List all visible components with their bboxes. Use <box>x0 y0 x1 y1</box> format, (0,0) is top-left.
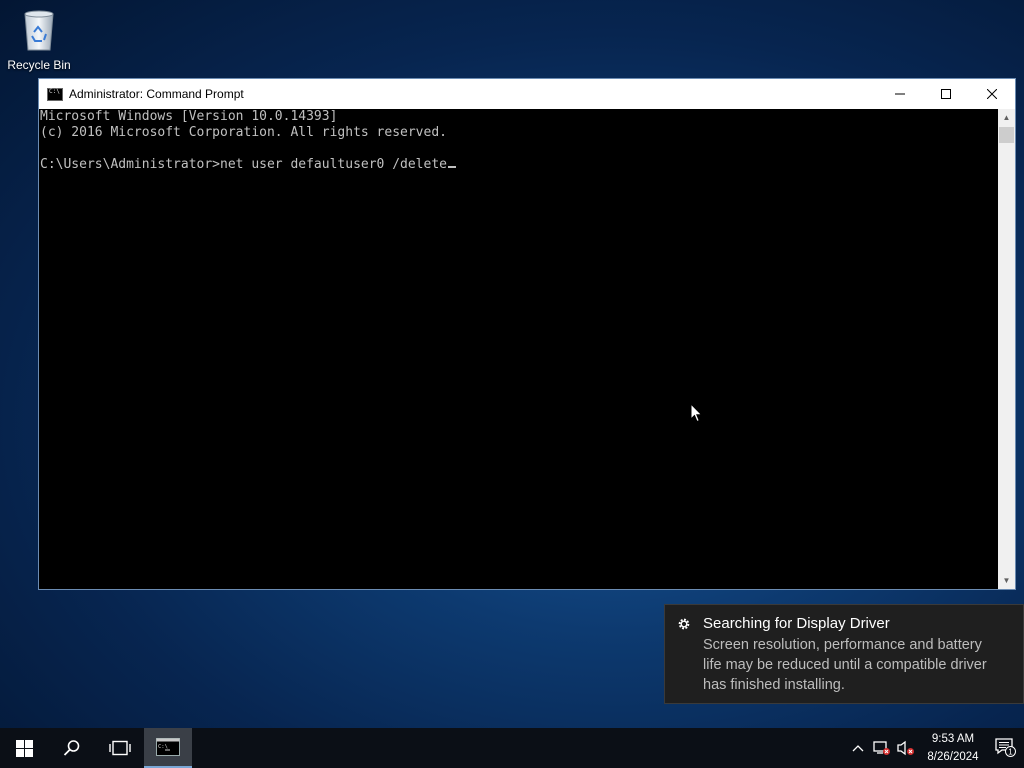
minimize-icon <box>895 93 905 95</box>
console-command: C:\Users\Administrator>net user defaultu… <box>40 157 447 172</box>
console-output[interactable]: Microsoft Windows [Version 10.0.14393] (c… <box>39 109 998 589</box>
console-line: (c) 2016 Microsoft Corporation. All righ… <box>40 125 447 140</box>
scroll-down-arrow-icon[interactable]: ▼ <box>998 572 1015 589</box>
notification-icon: 1 <box>995 738 1016 757</box>
mouse-cursor-icon <box>690 403 703 423</box>
system-tray: 9:53 AM 8/26/2024 1 <box>846 728 1024 768</box>
gear-icon <box>678 618 690 630</box>
chevron-up-icon <box>852 745 864 752</box>
search-button[interactable] <box>48 728 96 768</box>
window-title: Administrator: Command Prompt <box>69 87 244 101</box>
volume-muted-icon <box>897 740 914 756</box>
clock[interactable]: 9:53 AM 8/26/2024 <box>918 730 988 766</box>
scrollbar-thumb[interactable] <box>999 127 1014 143</box>
windows-start-icon <box>15 739 33 757</box>
desktop-icon-label: Recycle Bin <box>7 58 71 72</box>
maximize-button[interactable] <box>923 79 969 109</box>
command-prompt-window[interactable]: Administrator: Command Prompt Microsoft … <box>38 78 1016 590</box>
recycle-bin-icon <box>15 6 63 54</box>
toast-body: Screen resolution, performance and batte… <box>703 637 987 693</box>
console-line: Microsoft Windows [Version 10.0.14393] <box>40 109 338 124</box>
taskbar-app-command-prompt[interactable]: C:\ <box>144 728 192 768</box>
notification-count: 1 <box>1008 748 1013 757</box>
action-center-button[interactable]: 1 <box>988 728 1024 768</box>
command-prompt-icon: C:\ <box>156 738 180 756</box>
svg-text:C:\: C:\ <box>158 744 168 750</box>
taskbar: C:\ 9:53 AM 8/26/2024 1 <box>0 728 1024 768</box>
clock-time: 9:53 AM <box>931 733 975 745</box>
start-button[interactable] <box>0 728 48 768</box>
maximize-icon <box>941 89 951 99</box>
close-icon <box>987 89 997 99</box>
command-prompt-icon <box>47 87 63 101</box>
vertical-scrollbar[interactable]: ▲ ▼ <box>998 109 1015 589</box>
desktop-icon-recycle-bin[interactable]: Recycle Bin <box>6 6 72 72</box>
show-hidden-icons-button[interactable] <box>846 728 870 768</box>
minimize-button[interactable] <box>877 79 923 109</box>
window-titlebar[interactable]: Administrator: Command Prompt <box>39 79 1015 109</box>
network-status-button[interactable] <box>870 728 894 768</box>
task-view-icon <box>109 740 131 756</box>
clock-date: 8/26/2024 <box>927 751 979 763</box>
task-view-button[interactable] <box>96 728 144 768</box>
toast-title: Searching for Display Driver <box>703 615 890 632</box>
text-caret <box>448 166 456 168</box>
notification-toast[interactable]: Searching for Display Driver Screen reso… <box>664 604 1024 704</box>
scroll-up-arrow-icon[interactable]: ▲ <box>998 109 1015 126</box>
close-button[interactable] <box>969 79 1015 109</box>
network-disconnected-icon <box>873 741 890 755</box>
volume-button[interactable] <box>894 728 918 768</box>
search-icon <box>63 740 80 756</box>
console-prompt-line: C:\Users\Administrator>net user defaultu… <box>40 157 998 173</box>
